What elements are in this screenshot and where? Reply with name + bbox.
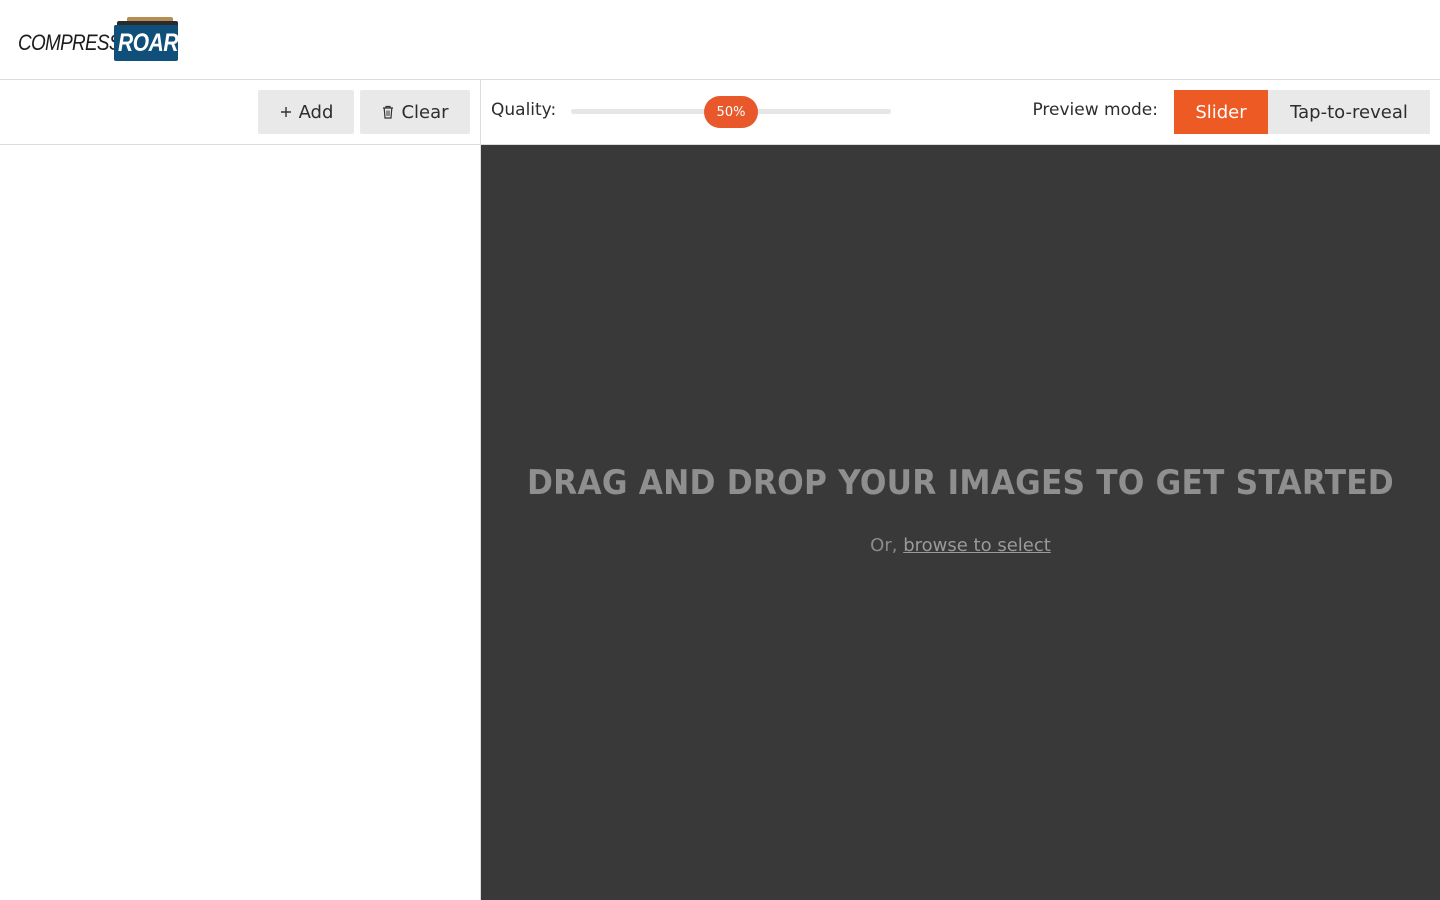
drop-zone[interactable]: DRAG AND DROP YOUR IMAGES TO GET STARTED… <box>481 145 1440 900</box>
preview-mode-slider-button[interactable]: Slider <box>1174 90 1268 134</box>
trash-icon <box>381 104 395 120</box>
quality-slider-thumb[interactable]: 50% <box>704 96 758 128</box>
quality-label: Quality: <box>491 100 557 120</box>
plus-icon <box>279 105 293 119</box>
clear-button-label: Clear <box>401 101 449 123</box>
file-list-panel: Add Clear <box>0 80 481 900</box>
drop-zone-title: DRAG AND DROP YOUR IMAGES TO GET STARTED <box>527 463 1394 503</box>
quality-value: 50% <box>716 104 746 120</box>
drop-zone-or-text: Or, <box>870 535 904 556</box>
logo[interactable]: COMPRESS ROAR <box>18 16 180 62</box>
logo-text-roar: ROAR <box>118 29 179 57</box>
preview-mode-tap-to-reveal-button[interactable]: Tap-to-reveal <box>1268 90 1430 134</box>
controls-bar: Quality: 50% Preview mode: Slider Tap-to… <box>481 80 1440 145</box>
drop-zone-subtitle: Or, browse to select <box>481 535 1440 556</box>
add-button-label: Add <box>298 101 334 123</box>
logo-text-compress: COMPRESS <box>18 30 121 55</box>
browse-link[interactable]: browse to select <box>903 535 1051 556</box>
clear-button[interactable]: Clear <box>360 90 470 134</box>
preview-mode-label: Preview mode: <box>1032 100 1158 120</box>
add-button[interactable]: Add <box>258 90 354 134</box>
app-root: COMPRESS ROAR Add Clear Quality: 50% Pre… <box>0 0 1440 900</box>
file-list-toolbar: Add Clear <box>0 80 480 145</box>
header: COMPRESS ROAR <box>0 0 1440 80</box>
